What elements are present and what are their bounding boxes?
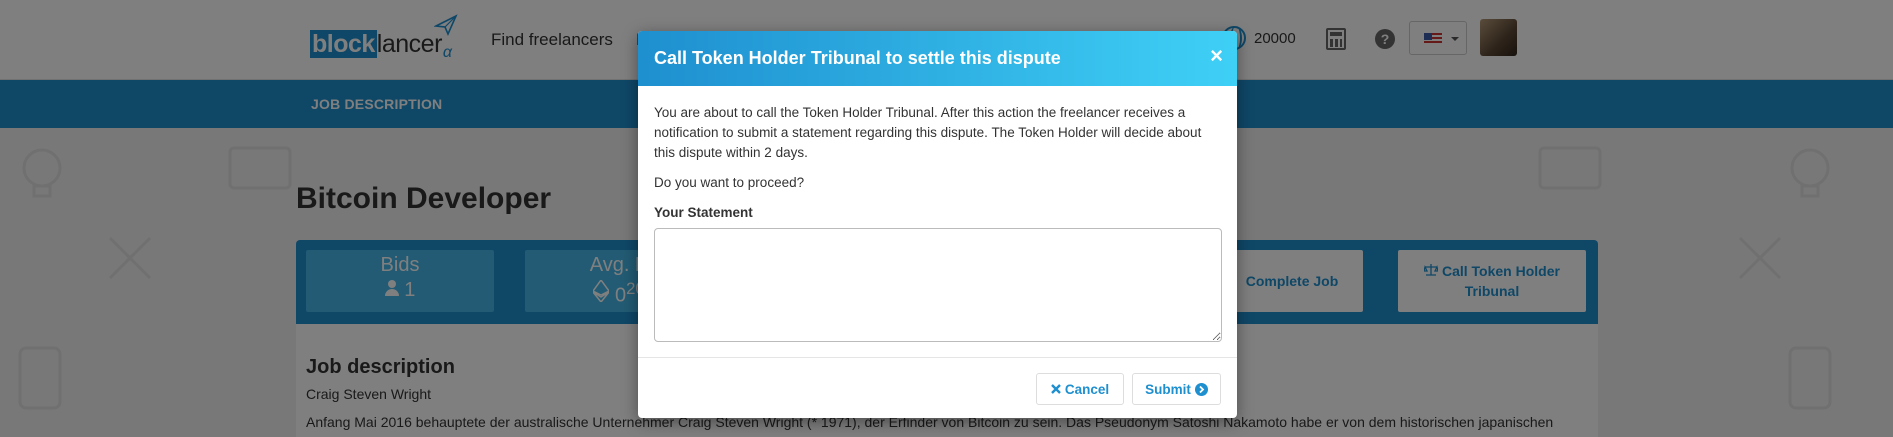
- statement-textarea[interactable]: [654, 228, 1222, 342]
- cancel-button[interactable]: Cancel: [1036, 373, 1124, 405]
- submit-label: Submit: [1145, 381, 1191, 397]
- modal-body: You are about to call the Token Holder T…: [638, 86, 1237, 342]
- tribunal-modal: Call Token Holder Tribunal to settle thi…: [638, 31, 1237, 418]
- modal-footer: Cancel Submit: [638, 357, 1237, 418]
- close-icon[interactable]: ×: [1210, 43, 1223, 69]
- cancel-label: Cancel: [1064, 381, 1110, 397]
- submit-button[interactable]: Submit: [1132, 373, 1221, 405]
- chevron-circle-right-icon: [1194, 382, 1208, 396]
- modal-body-text: You are about to call the Token Holder T…: [654, 105, 1202, 160]
- modal-header: Call Token Holder Tribunal to settle thi…: [638, 31, 1237, 86]
- modal-title: Call Token Holder Tribunal to settle thi…: [654, 48, 1061, 68]
- statement-label: Your Statement: [654, 205, 753, 220]
- modal-question: Do you want to proceed?: [654, 175, 805, 190]
- close-x-icon: [1051, 384, 1061, 394]
